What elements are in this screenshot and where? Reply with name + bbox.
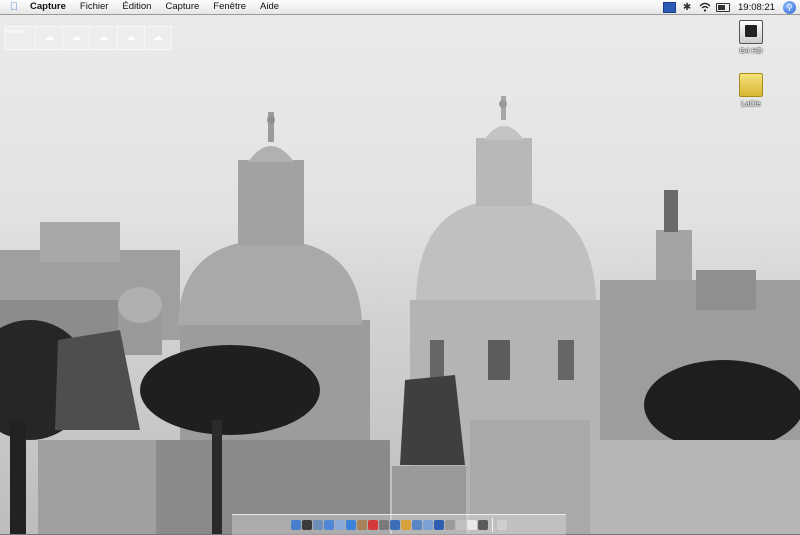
menu-edition[interactable]: Édition [115, 0, 158, 14]
desktop-icon-label: LaCie [741, 99, 761, 108]
menu-clock[interactable]: 19:08:21 [732, 2, 783, 13]
menu-aide[interactable]: Aide [253, 0, 286, 14]
menu-bar:  Capture Fichier Édition Capture Fenêtr… [0, 0, 800, 15]
cloud-icon: ☁ [71, 32, 82, 43]
dock-item-ichat[interactable] [335, 520, 345, 530]
dock-item-app-2[interactable] [412, 520, 422, 530]
dock-item-app-4[interactable] [434, 520, 444, 530]
dock-item-ical[interactable] [368, 520, 378, 530]
menu-capture[interactable]: Capture [158, 0, 206, 14]
dock-item-quicktime[interactable] [390, 520, 400, 530]
weather-day: ☁ [62, 27, 89, 49]
dock [232, 514, 566, 535]
desktop-icon-lacie[interactable]: LaCie [728, 73, 774, 108]
dock-separator [492, 518, 493, 532]
weather-widget[interactable]: Bourges ☁ ☁ ☁ ☁ ☁ [4, 26, 172, 50]
menu-extras: ✱ 19:08:21 ⚲ [660, 0, 800, 14]
dock-item-finder[interactable] [291, 520, 301, 530]
external-drive-icon[interactable] [739, 73, 763, 97]
dock-item-system-preferences[interactable] [379, 520, 389, 530]
menu-app-name[interactable]: Capture [24, 0, 73, 14]
dock-item-app-7[interactable] [467, 520, 477, 530]
dock-item-app-6[interactable] [456, 520, 466, 530]
cloud-icon: ☁ [152, 32, 163, 43]
dock-item-dashboard[interactable] [302, 520, 312, 530]
cloud-icon: ☁ [44, 32, 55, 43]
dock-item-app-5[interactable] [445, 520, 455, 530]
dock-item-safari[interactable] [324, 520, 334, 530]
weather-day: ☁ [143, 27, 171, 49]
menu-fichier[interactable]: Fichier [73, 0, 116, 14]
dock-item-itunes[interactable] [346, 520, 356, 530]
weather-day: ☁ [89, 27, 116, 49]
dock-item-app-8[interactable] [478, 520, 488, 530]
desktop-icon-g4-hd[interactable]: G4 HD [728, 20, 774, 55]
cloud-icon: ☁ [125, 32, 136, 43]
bluetooth-icon[interactable]: ✱ [678, 0, 696, 14]
battery-icon[interactable] [714, 0, 732, 14]
wifi-icon[interactable] [696, 0, 714, 14]
dock-item-app-3[interactable] [423, 520, 433, 530]
dock-item-app-1[interactable] [401, 520, 411, 530]
weather-day: ☁ [35, 27, 62, 49]
weather-city: Bourges [6, 29, 25, 35]
apple-logo-icon[interactable]:  [4, 1, 24, 13]
desktop-icon-label: G4 HD [739, 46, 763, 55]
menu-fenetre[interactable]: Fenêtre [206, 0, 253, 14]
cloud-icon: ☁ [98, 32, 109, 43]
dock-item-mail[interactable] [313, 520, 323, 530]
dock-item-trash[interactable] [497, 520, 507, 530]
input-menu-flag-icon[interactable] [660, 0, 678, 14]
desktop-wallpaper [0, 0, 800, 534]
wallpaper-rome-domes [0, 96, 800, 534]
dock-item-iphoto[interactable] [357, 520, 367, 530]
spotlight-search-icon[interactable]: ⚲ [783, 0, 796, 14]
weather-day: ☁ [116, 27, 144, 49]
hard-drive-icon[interactable] [739, 20, 763, 44]
